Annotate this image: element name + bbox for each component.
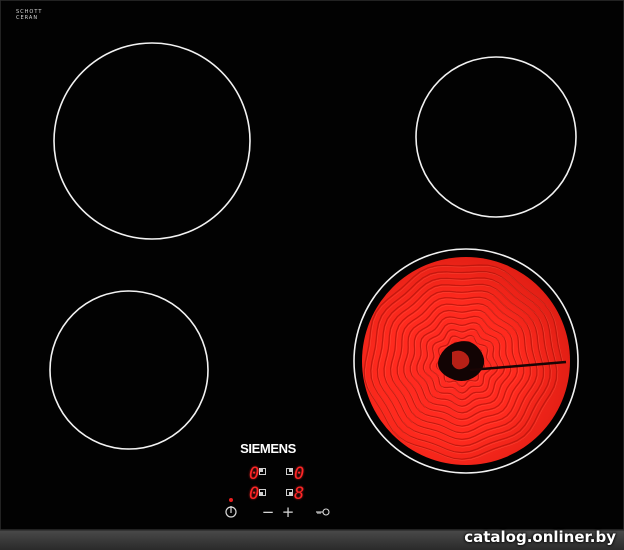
- zone-indicator-icon: [259, 468, 266, 475]
- zone-indicator-icon: [286, 489, 293, 496]
- display-front-right: 8: [294, 484, 305, 504]
- zone-indicator-icon: [259, 489, 266, 496]
- display-back-left: 0: [249, 464, 260, 484]
- key-lock-button[interactable]: [313, 504, 333, 520]
- minus-button[interactable]: −: [261, 505, 275, 520]
- source-watermark: catalog.onliner.by: [464, 528, 616, 546]
- display-front-left: 0: [249, 484, 260, 504]
- power-button[interactable]: [221, 503, 241, 523]
- glass-surface: [0, 0, 624, 531]
- glass-maker-logo-line2: CERAN: [16, 15, 39, 21]
- display-back-right: 0: [294, 464, 305, 484]
- zone-indicator-icon: [286, 468, 293, 475]
- brand-logo: SIEMENS: [240, 441, 296, 456]
- power-indicator-dot: [229, 498, 233, 502]
- cooktop-image: [0, 0, 624, 550]
- plus-button[interactable]: +: [281, 505, 295, 520]
